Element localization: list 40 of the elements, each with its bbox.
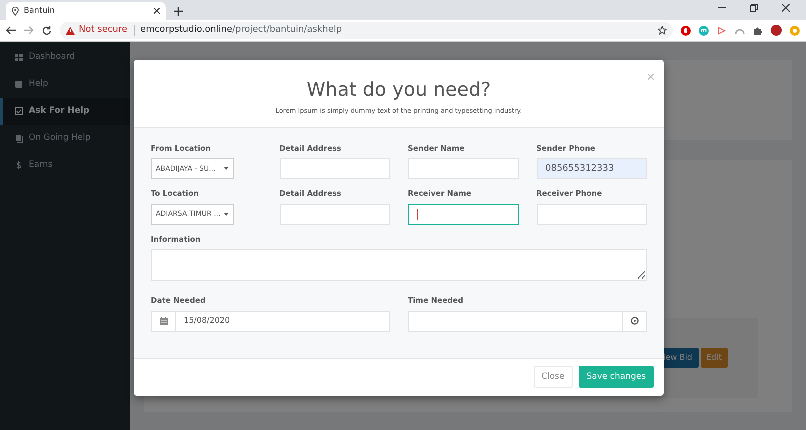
- sidebar-item[interactable]: Earns: [0, 152, 130, 179]
- sidebar-item[interactable]: On Going Help: [0, 125, 130, 152]
- caret-icon: [224, 167, 229, 170]
- book-icon: [15, 134, 23, 143]
- close-button[interactable]: Close: [534, 366, 573, 388]
- letter-m-icon[interactable]: [699, 26, 709, 36]
- square-icon: [15, 80, 23, 89]
- checkbox-icon: [15, 107, 23, 116]
- date-field[interactable]: 15/08/2020: [151, 310, 390, 332]
- caret-icon: [224, 212, 229, 216]
- location-pin-icon: [12, 6, 19, 16]
- play-arrow-icon[interactable]: [717, 26, 727, 36]
- sidebar-item[interactable]: Help: [0, 71, 130, 98]
- calendar-icon: [160, 317, 168, 325]
- coin-icon[interactable]: [790, 26, 800, 36]
- sidebar-item[interactable]: Dashboard: [0, 44, 130, 71]
- tab-title[interactable]: Bantuin: [24, 5, 55, 17]
- time-field[interactable]: [408, 310, 647, 332]
- close-icon[interactable]: [154, 8, 160, 14]
- input-field[interactable]: 085655312333: [536, 158, 647, 180]
- warning-icon[interactable]: [66, 26, 75, 34]
- save-button[interactable]: Save changes: [578, 366, 654, 388]
- forward-arrow-icon[interactable]: [24, 26, 34, 35]
- reload-icon[interactable]: [42, 26, 52, 36]
- security-warning[interactable]: Not secure: [79, 24, 128, 38]
- url-text[interactable]: emcorpstudio.online/project/bantuin/askhelp: [140, 24, 342, 38]
- puzzle-piece-icon[interactable]: [753, 26, 763, 36]
- dollar-icon: [15, 161, 23, 170]
- modal-title: What do you need?: [306, 78, 492, 104]
- star-icon[interactable]: [658, 26, 667, 35]
- close-icon[interactable]: [782, 4, 790, 12]
- input-field[interactable]: [408, 204, 518, 224]
- grid-icon: [15, 53, 23, 62]
- avatar-icon[interactable]: [771, 25, 782, 36]
- sidebar-item[interactable]: Ask For Help: [0, 98, 130, 125]
- text-cursor: [417, 208, 418, 220]
- new-tab-icon[interactable]: [174, 7, 183, 16]
- clock-icon: [630, 317, 638, 325]
- restore-icon[interactable]: [750, 4, 758, 12]
- back-arrow-icon[interactable]: [6, 26, 16, 35]
